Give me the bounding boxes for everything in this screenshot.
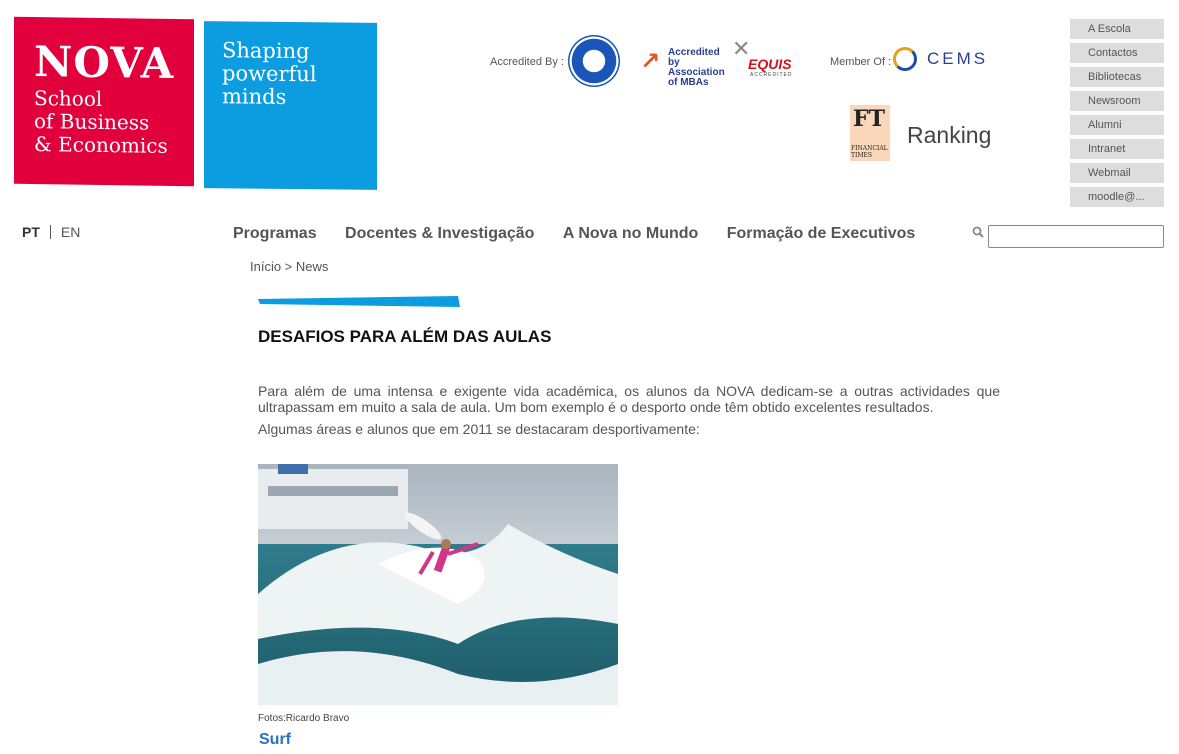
article-paragraph: Algumas áreas e alunos que em 2011 se de…	[258, 421, 700, 437]
nova-logo-blue[interactable]: Shaping powerful minds	[204, 21, 377, 190]
lang-en[interactable]: EN	[61, 224, 80, 240]
equis-logo[interactable]: ✕ EQUIS ACCREDITED	[732, 36, 794, 80]
side-menu-bibliotecas[interactable]: Bibliotecas	[1070, 67, 1164, 87]
amba-text: Accredited by Association of MBAs	[668, 47, 725, 88]
title-accent-stripe	[258, 296, 460, 307]
surf-photo[interactable]	[258, 464, 618, 705]
search-input[interactable]	[988, 225, 1164, 248]
nav-formacao-executivos[interactable]: Formação de Executivos	[727, 225, 916, 243]
main-nav: Programas Docentes & Investigação A Nova…	[233, 225, 939, 243]
aacsb-seal-icon[interactable]	[568, 35, 620, 87]
side-menu-a-escola[interactable]: A Escola	[1070, 19, 1164, 39]
side-menu-newsroom[interactable]: Newsroom	[1070, 91, 1164, 111]
breadcrumb[interactable]: Início > News	[250, 259, 328, 274]
article-paragraph: Para além de uma intensa e exigente vida…	[258, 383, 1000, 415]
article-title: DESAFIOS PARA ALÉM DAS AULAS	[258, 327, 552, 346]
language-switch: PT EN	[22, 224, 80, 240]
side-menu-contactos[interactable]: Contactos	[1070, 43, 1164, 63]
ft-logo[interactable]: FT FINANCIAL TIMES	[850, 105, 890, 161]
side-menu-moodle[interactable]: moodle@...	[1070, 187, 1164, 207]
nova-logo-red[interactable]: NOVA School of Business & Economics	[14, 16, 194, 187]
amba-arrow-icon: ↗	[640, 48, 661, 75]
logo-subtitle: School of Business & Economics	[34, 86, 168, 158]
ranking-link[interactable]: Ranking	[907, 122, 991, 149]
member-label: Member Of :	[830, 56, 892, 68]
article-body: Para além de uma intensa e exigente vida…	[258, 383, 1000, 443]
accredited-label: Accredited By :	[490, 56, 564, 68]
nav-a-nova-no-mundo[interactable]: A Nova no Mundo	[563, 225, 698, 243]
side-menu: A Escola Contactos Bibliotecas Newsroom …	[1070, 19, 1164, 211]
nav-programas[interactable]: Programas	[233, 225, 317, 243]
nav-docentes-investigacao[interactable]: Docentes & Investigação	[345, 225, 534, 243]
lang-pt[interactable]: PT	[22, 224, 40, 240]
equis-text: EQUIS	[748, 56, 792, 72]
logo-name: NOVA	[34, 37, 175, 88]
ft-logo-sub: FINANCIAL TIMES	[851, 145, 888, 159]
lang-divider	[49, 225, 51, 239]
side-menu-intranet[interactable]: Intranet	[1070, 139, 1164, 159]
side-menu-webmail[interactable]: Webmail	[1070, 163, 1164, 183]
equis-sub: ACCREDITED	[750, 72, 793, 78]
cems-ring-icon	[893, 47, 917, 71]
logo-tagline: Shaping powerful minds	[222, 38, 317, 109]
amba-logo[interactable]: ↗ Accredited by Association of MBAs	[640, 48, 725, 88]
section-heading-surf[interactable]: Surf	[259, 731, 291, 749]
search-icon[interactable]	[972, 226, 984, 238]
side-menu-alumni[interactable]: Alumni	[1070, 115, 1164, 135]
photo-caption: Fotos:Ricardo Bravo	[258, 713, 350, 724]
ft-logo-text: FT	[853, 106, 885, 132]
cems-text: CEMS	[927, 49, 989, 68]
